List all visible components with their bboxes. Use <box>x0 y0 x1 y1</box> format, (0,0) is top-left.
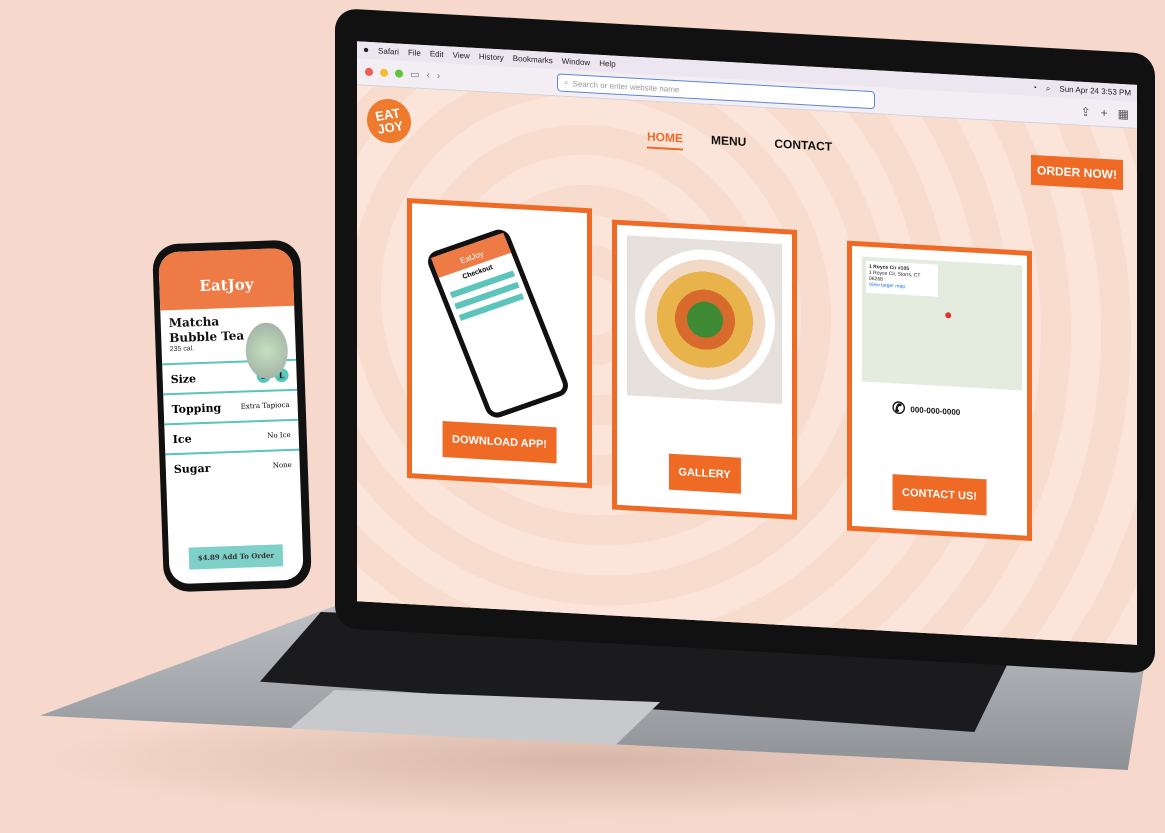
salad-bowl-image <box>634 245 775 394</box>
back-icon[interactable]: ‹ <box>426 70 429 81</box>
size-label: Size <box>170 371 197 386</box>
topping-value: Extra Tapioca <box>240 400 290 411</box>
product-title-line2: Bubble Tea <box>169 328 245 346</box>
browser-window: ● Safari File Edit View History Bookmark… <box>357 41 1137 645</box>
product-title-line1: Matcha <box>168 314 220 331</box>
site-nav: HOME MENU CONTACT <box>647 129 832 158</box>
ice-value: No Ice <box>267 430 291 440</box>
menu-safari[interactable]: Safari <box>378 46 399 56</box>
toolbar-right: ⇪ + ▦ <box>1081 105 1129 122</box>
menu-file[interactable]: File <box>408 48 421 58</box>
topping-label: Topping <box>171 400 222 416</box>
website: EAT JOY HOME MENU CONTACT ORDER NOW! Eat… <box>357 85 1137 645</box>
phone-icon: ✆ <box>892 400 906 418</box>
phone-screen: EatJoy Matcha Bubble Tea 235 cal. Size S… <box>158 247 304 585</box>
address-placeholder: Search or enter website name <box>572 78 680 94</box>
search-icon[interactable]: ⌕ <box>1046 83 1050 93</box>
menu-bookmarks[interactable]: Bookmarks <box>513 54 553 65</box>
nav-contact[interactable]: CONTACT <box>774 137 832 159</box>
logo-line2: JOY <box>376 118 405 137</box>
share-icon[interactable]: ⇪ <box>1081 105 1091 120</box>
close-window-button[interactable] <box>365 67 373 77</box>
map-address-line2: 1 Royce Cir, Storrs, CT 06268 <box>869 269 921 283</box>
map-info-box: 1 Royce Cir #105 1 Royce Cir, Storrs, CT… <box>866 260 938 297</box>
contact-card: 1 Royce Cir #105 1 Royce Cir, Storrs, CT… <box>847 240 1032 541</box>
add-to-order-button[interactable]: $4.89 Add To Order <box>188 544 284 570</box>
sugar-label: Sugar <box>173 461 211 476</box>
apple-icon[interactable]: ● <box>363 45 369 56</box>
menu-edit[interactable]: Edit <box>430 49 444 59</box>
menu-view[interactable]: View <box>453 51 470 61</box>
gallery-button[interactable]: GALLERY <box>668 453 741 494</box>
nav-menu[interactable]: MENU <box>711 133 746 154</box>
download-card: EatJoy Checkout DOWNLOAD APP! <box>407 198 592 489</box>
sugar-row[interactable]: Sugar None <box>165 448 301 484</box>
download-app-button[interactable]: DOWNLOAD APP! <box>442 420 557 464</box>
mini-app-line <box>458 293 525 321</box>
sugar-value: None <box>272 460 292 470</box>
eatjoy-logo[interactable]: EAT JOY <box>362 95 416 147</box>
new-tab-icon[interactable]: + <box>1101 106 1108 120</box>
menubar-clock: Sun Apr 24 3:53 PM <box>1059 84 1131 98</box>
phone-contact: ✆ 000-000-0000 <box>892 398 960 422</box>
order-now-button[interactable]: ORDER NOW! <box>1031 154 1123 191</box>
phone-app-header: EatJoy <box>158 247 295 311</box>
menu-window[interactable]: Window <box>562 57 590 68</box>
phone-number[interactable]: 000-000-0000 <box>910 405 960 417</box>
ice-row[interactable]: Ice No Ice <box>164 418 300 454</box>
nav-home[interactable]: HOME <box>647 129 683 151</box>
menu-help[interactable]: Help <box>599 59 615 69</box>
tab-overview-icon[interactable]: ▦ <box>1118 107 1129 122</box>
zoom-window-button[interactable] <box>395 69 403 78</box>
menu-history[interactable]: History <box>479 52 504 62</box>
minimize-window-button[interactable] <box>380 68 388 77</box>
map-pin-icon: ● <box>944 306 953 323</box>
map-larger-link[interactable]: View larger map <box>869 282 905 290</box>
wifi-icon[interactable]: ◔ <box>1032 83 1037 92</box>
forward-icon[interactable]: › <box>437 70 440 81</box>
search-icon: ⌕ <box>564 77 569 88</box>
topping-row[interactable]: Topping Extra Tapioca <box>163 388 299 424</box>
app-preview-image: EatJoy Checkout <box>424 226 572 421</box>
sidebar-icon[interactable]: ▭ <box>410 69 419 81</box>
food-photo <box>627 235 782 404</box>
ice-label: Ice <box>172 431 192 446</box>
phone-device: EatJoy Matcha Bubble Tea 235 cal. Size S… <box>151 239 313 593</box>
contact-us-button[interactable]: CONTACT US! <box>892 474 987 516</box>
laptop-screen-bezel: ● Safari File Edit View History Bookmark… <box>335 8 1155 674</box>
embedded-map[interactable]: 1 Royce Cir #105 1 Royce Cir, Storrs, CT… <box>862 256 1022 391</box>
gallery-card: GALLERY <box>612 219 797 520</box>
